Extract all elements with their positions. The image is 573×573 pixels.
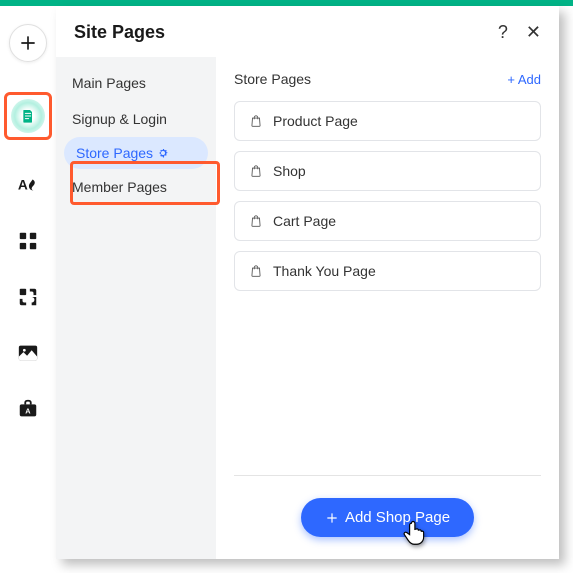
panel-header: Site Pages ? ✕ [56, 6, 559, 57]
page-label: Cart Page [273, 213, 336, 229]
category-column: Main Pages Signup & Login Store Pages Me… [56, 57, 216, 559]
category-label: Main Pages [72, 75, 146, 91]
svg-text:A: A [18, 178, 28, 193]
add-page-link[interactable]: + Add [507, 72, 541, 87]
panel-title: Site Pages [74, 22, 165, 43]
svg-text:A: A [25, 407, 31, 416]
button-label: Add Shop Page [345, 509, 450, 526]
page-list: Product Page Shop Cart Page Thank You Pa… [234, 101, 541, 291]
page-label: Thank You Page [273, 263, 376, 279]
design-icon: A [17, 174, 39, 196]
bag-icon [249, 264, 263, 278]
content-footer: Add Shop Page [234, 475, 541, 559]
category-main-pages[interactable]: Main Pages [56, 65, 216, 101]
pages-button-highlight [4, 92, 52, 140]
page-label: Product Page [273, 113, 358, 129]
media-button[interactable] [17, 342, 39, 364]
hand-cursor-icon [400, 518, 428, 546]
apps-button[interactable] [17, 230, 39, 252]
panel-body: Main Pages Signup & Login Store Pages Me… [56, 57, 559, 559]
content-title: Store Pages [234, 71, 311, 87]
addons-button[interactable] [17, 286, 39, 308]
add-shop-page-button[interactable]: Add Shop Page [301, 498, 474, 537]
help-button[interactable]: ? [498, 22, 508, 43]
bag-icon [249, 214, 263, 228]
category-label: Signup & Login [72, 111, 167, 127]
bag-icon [249, 114, 263, 128]
close-button[interactable]: ✕ [526, 22, 541, 43]
category-label: Store Pages [76, 145, 153, 161]
gear-icon [157, 147, 169, 159]
add-element-button[interactable] [9, 24, 47, 62]
page-item-product[interactable]: Product Page [234, 101, 541, 141]
grid-icon [17, 230, 39, 252]
pages-button[interactable] [11, 99, 45, 133]
tool-rail: A A [0, 6, 56, 573]
plus-icon [18, 33, 38, 53]
category-label: Member Pages [72, 179, 167, 195]
site-pages-panel: Site Pages ? ✕ Main Pages Signup & Login… [56, 6, 559, 559]
image-icon [17, 342, 39, 364]
briefcase-icon: A [17, 398, 39, 420]
design-button[interactable]: A [17, 174, 39, 196]
puzzle-icon [17, 286, 39, 308]
main-wrap: A A Site Pages ? ✕ Main Pages [0, 6, 573, 573]
page-item-cart[interactable]: Cart Page [234, 201, 541, 241]
page-icon [20, 108, 36, 124]
category-member-pages[interactable]: Member Pages [56, 169, 216, 205]
header-actions: ? ✕ [498, 22, 541, 43]
cursor-pointer-overlay [400, 518, 428, 551]
category-signup-login[interactable]: Signup & Login [56, 101, 216, 137]
category-store-pages[interactable]: Store Pages [64, 137, 208, 169]
store-button[interactable]: A [17, 398, 39, 420]
page-item-thankyou[interactable]: Thank You Page [234, 251, 541, 291]
page-label: Shop [273, 163, 306, 179]
plus-icon [325, 511, 339, 525]
content-area: Store Pages + Add Product Page Shop Cart [216, 57, 559, 559]
bag-icon [249, 164, 263, 178]
page-item-shop[interactable]: Shop [234, 151, 541, 191]
content-header: Store Pages + Add [234, 71, 541, 87]
